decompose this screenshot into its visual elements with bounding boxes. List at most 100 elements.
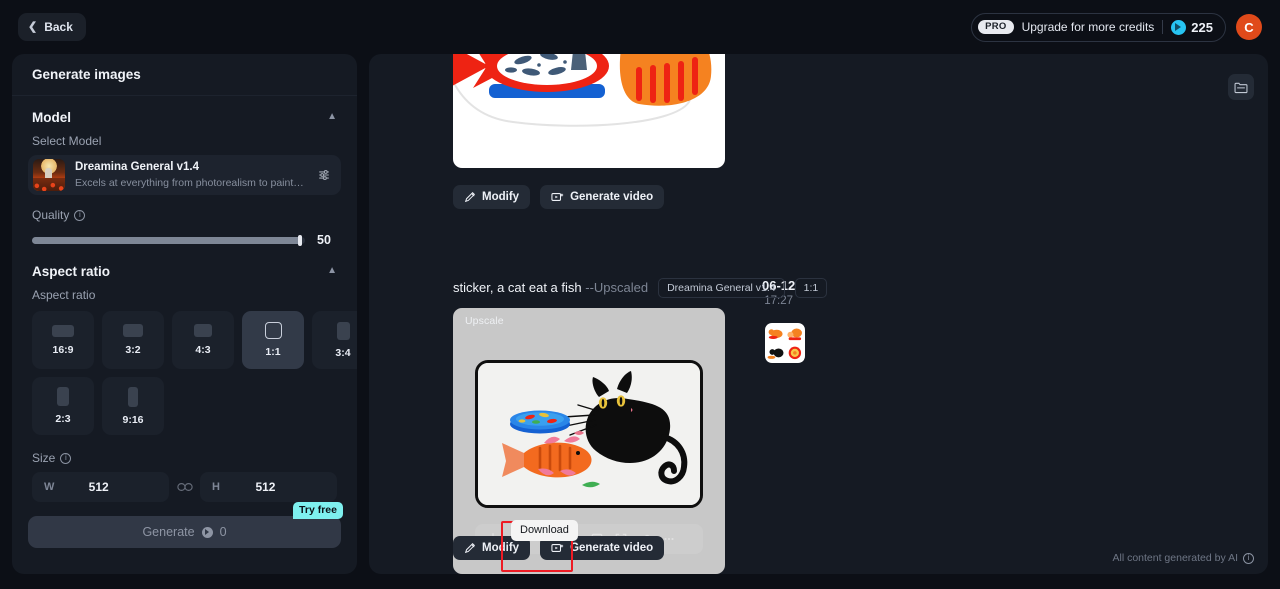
aspect-ratio-9-16[interactable]: 9:16 bbox=[102, 377, 164, 435]
prompt-main: sticker, a cat eat a fish bbox=[453, 280, 586, 296]
credit-coin-icon bbox=[1171, 19, 1187, 35]
height-input[interactable]: H 512 bbox=[200, 472, 337, 502]
upgrade-button[interactable]: PRO Upgrade for more credits 225 bbox=[971, 12, 1226, 42]
aspect-ratio-glyph bbox=[128, 386, 138, 407]
download-tooltip: Download bbox=[511, 520, 578, 542]
aspect-ratio-grid: 16:9 3:2 4:3 1:1 3:4 2:3 9:16 bbox=[12, 309, 357, 435]
size-label-row: Size i bbox=[12, 435, 357, 472]
results-panel: Modify Generate video 06-12 17:27 sticke… bbox=[369, 54, 1268, 574]
chevron-up-icon[interactable]: ▲ bbox=[327, 111, 337, 122]
sticker-image-partial bbox=[453, 54, 712, 127]
aspect-ratio-2-3[interactable]: 2:3 bbox=[32, 377, 94, 435]
app-root: ❮ Back PRO Upgrade for more credits 225 … bbox=[0, 0, 1280, 589]
generate-cost: 0 bbox=[219, 525, 227, 539]
aspect-ratio-label: 2:3 bbox=[55, 413, 71, 425]
quality-slider-handle[interactable] bbox=[298, 234, 303, 246]
history-thumb-cell bbox=[766, 324, 785, 343]
aspect-ratio-4-3[interactable]: 4:3 bbox=[172, 311, 234, 369]
ai-disclaimer-text: All content generated by AI bbox=[1112, 552, 1238, 564]
aspect-ratio-1-1[interactable]: 1:1 bbox=[242, 311, 304, 369]
model-section-title: Model bbox=[32, 110, 71, 125]
prompt-suffix: --Upscaled bbox=[585, 280, 649, 296]
width-input[interactable]: W 512 bbox=[32, 472, 169, 502]
quality-value: 50 bbox=[317, 233, 331, 247]
select-model-label: Select Model bbox=[32, 134, 102, 148]
quality-label: Quality bbox=[32, 208, 70, 222]
modify-label: Modify bbox=[482, 191, 520, 203]
pencil-icon bbox=[464, 542, 476, 554]
generate-button[interactable]: Generate 0 bbox=[28, 516, 341, 548]
info-icon[interactable]: i bbox=[60, 452, 72, 464]
sliders-icon[interactable] bbox=[317, 168, 331, 182]
generate-video-label: Generate video bbox=[570, 542, 654, 554]
quality-slider-fill bbox=[32, 234, 303, 246]
generate-images-panel: Generate images Model ▲ Select Model Dre… bbox=[12, 54, 357, 574]
model-description: Excels at everything from photorealism t… bbox=[75, 176, 307, 189]
aspect-ratio-3-4[interactable]: 3:4 bbox=[312, 311, 357, 369]
result-image-card[interactable]: Upscale Download bbox=[453, 308, 725, 574]
folder-button[interactable] bbox=[1228, 74, 1254, 100]
quality-slider-row: 50 bbox=[12, 229, 357, 247]
generate-video-button-top[interactable]: Generate video bbox=[540, 185, 665, 209]
ratio-pill: 1:1 bbox=[794, 278, 828, 298]
width-key: W bbox=[44, 481, 55, 493]
upscale-label: Upscale bbox=[465, 315, 504, 327]
ai-disclaimer: All content generated by AI i bbox=[1112, 552, 1254, 564]
size-label: Size bbox=[32, 451, 56, 465]
aspect-ratio-label: 4:3 bbox=[195, 344, 211, 356]
width-value: 512 bbox=[88, 480, 109, 494]
aspect-ratio-glyph bbox=[123, 324, 143, 337]
aspect-ratio-glyph bbox=[52, 324, 74, 337]
history-thumbnail[interactable] bbox=[765, 323, 805, 363]
link-aspect-icon[interactable] bbox=[177, 481, 193, 494]
aspect-ratio-section-header[interactable]: Aspect ratio ▲ bbox=[12, 247, 357, 285]
model-selector[interactable]: Dreamina General v1.4 Excels at everythi… bbox=[28, 155, 341, 195]
aspect-ratio-glyph bbox=[57, 387, 69, 406]
prompt-text: sticker, a cat eat a fish --Upscaled bbox=[453, 280, 648, 295]
pencil-icon bbox=[464, 191, 476, 203]
folder-icon bbox=[1234, 81, 1248, 94]
avatar[interactable]: C bbox=[1236, 14, 1262, 40]
upgrade-label: Upgrade for more credits bbox=[1021, 20, 1155, 34]
divider bbox=[1162, 20, 1164, 34]
sticker-image bbox=[475, 360, 703, 508]
generate-button-label: Generate bbox=[142, 525, 195, 539]
previous-result-image[interactable] bbox=[453, 54, 725, 168]
aspect-ratio-section-title: Aspect ratio bbox=[32, 264, 111, 279]
model-name: Dreamina General v1.4 bbox=[75, 161, 200, 174]
history-thumb-cell bbox=[766, 343, 785, 362]
chevron-up-icon[interactable]: ▲ bbox=[327, 265, 337, 276]
back-button-label: Back bbox=[44, 20, 73, 34]
generate-video-label: Generate video bbox=[570, 191, 654, 203]
aspect-ratio-label: 16:9 bbox=[52, 343, 74, 356]
generate-area: Try free Generate 0 bbox=[28, 502, 343, 548]
aspect-ratio-glyph bbox=[264, 322, 282, 339]
model-section-header[interactable]: Model ▲ bbox=[12, 96, 357, 131]
aspect-ratio-label: 3:4 bbox=[335, 346, 351, 359]
chevron-left-icon: ❮ bbox=[28, 20, 38, 33]
aspect-ratio-3-2[interactable]: 3:2 bbox=[102, 311, 164, 369]
modify-button-top[interactable]: Modify bbox=[453, 185, 531, 209]
history-thumb-cell bbox=[785, 324, 804, 343]
aspect-ratio-glyph bbox=[194, 324, 212, 337]
video-icon bbox=[551, 191, 564, 203]
try-free-badge[interactable]: Try free bbox=[293, 502, 343, 519]
aspect-ratio-label: 9:16 bbox=[122, 413, 144, 426]
info-icon[interactable]: i bbox=[74, 209, 86, 221]
height-key: H bbox=[212, 481, 220, 493]
top-bar-right: PRO Upgrade for more credits 225 C bbox=[971, 12, 1262, 42]
aspect-ratio-16-9[interactable]: 16:9 bbox=[32, 311, 94, 369]
aspect-ratio-label: 1:1 bbox=[265, 346, 281, 358]
top-action-row: Modify Generate video bbox=[453, 185, 665, 209]
aspect-ratio-glyph bbox=[336, 321, 350, 340]
top-bar: ❮ Back PRO Upgrade for more credits 225 … bbox=[0, 0, 1280, 54]
size-row: W 512 H 512 bbox=[12, 472, 357, 502]
back-button[interactable]: ❮ Back bbox=[18, 13, 86, 41]
credit-coin-icon bbox=[201, 526, 213, 538]
history-thumb-cell bbox=[785, 343, 804, 362]
quality-slider[interactable] bbox=[32, 234, 305, 246]
info-icon[interactable]: i bbox=[1243, 552, 1254, 564]
aspect-ratio-sub-label: Aspect ratio bbox=[32, 288, 96, 302]
credits-display[interactable]: 225 bbox=[1171, 19, 1219, 35]
cat-fish-illustration bbox=[478, 363, 700, 505]
